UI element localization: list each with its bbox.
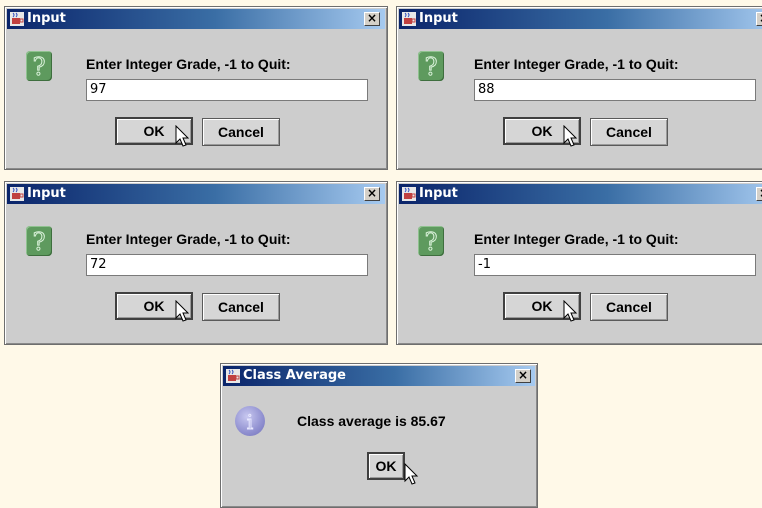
class-average-dialog: Class Average × i Class average is 85.67… bbox=[220, 363, 538, 508]
svg-text:?: ? bbox=[425, 228, 438, 256]
close-button[interactable]: × bbox=[364, 187, 380, 201]
input-dialog-1: Input × ? Enter Integer Grade, -1 to Qui… bbox=[4, 6, 388, 170]
window-title: Input bbox=[27, 186, 66, 201]
grade-input[interactable]: 88 bbox=[474, 79, 756, 101]
grade-input[interactable]: -1 bbox=[474, 254, 756, 276]
title-bar[interactable]: Input bbox=[399, 9, 762, 29]
information-icon: i bbox=[235, 406, 265, 436]
svg-text:i: i bbox=[247, 410, 253, 434]
java-coffee-cup-icon bbox=[226, 369, 240, 383]
input-dialog-2: Input × ? Enter Integer Grade, -1 to Qui… bbox=[396, 6, 762, 170]
input-dialog-4: Input × ? Enter Integer Grade, -1 to Qui… bbox=[396, 181, 762, 345]
cancel-button[interactable]: Cancel bbox=[590, 118, 668, 146]
svg-text:?: ? bbox=[33, 228, 46, 256]
java-coffee-cup-icon bbox=[10, 187, 24, 201]
average-message: Class average is 85.67 bbox=[297, 413, 446, 429]
window-title: Input bbox=[27, 11, 66, 26]
window-title: Input bbox=[419, 186, 458, 201]
cancel-button[interactable]: Cancel bbox=[202, 118, 280, 146]
question-icon: ? bbox=[26, 226, 52, 257]
ok-button[interactable]: OK bbox=[367, 452, 405, 480]
window-title: Input bbox=[419, 11, 458, 26]
title-bar[interactable]: Class Average bbox=[223, 366, 535, 386]
grade-input[interactable]: 72 bbox=[86, 254, 368, 276]
mouse-cursor-icon bbox=[563, 125, 578, 147]
mouse-cursor-icon bbox=[175, 125, 190, 147]
close-button[interactable]: × bbox=[756, 12, 762, 26]
title-bar[interactable]: Input bbox=[399, 184, 762, 204]
prompt-label: Enter Integer Grade, -1 to Quit: bbox=[86, 56, 291, 72]
mouse-cursor-icon bbox=[404, 463, 419, 485]
java-coffee-cup-icon bbox=[402, 187, 416, 201]
java-coffee-cup-icon bbox=[402, 12, 416, 26]
prompt-label: Enter Integer Grade, -1 to Quit: bbox=[474, 56, 679, 72]
grade-input[interactable]: 97 bbox=[86, 79, 368, 101]
svg-text:?: ? bbox=[425, 53, 438, 81]
svg-text:?: ? bbox=[33, 53, 46, 81]
question-icon: ? bbox=[418, 51, 444, 82]
mouse-cursor-icon bbox=[175, 300, 190, 322]
title-bar[interactable]: Input bbox=[7, 184, 385, 204]
question-icon: ? bbox=[26, 51, 52, 82]
prompt-label: Enter Integer Grade, -1 to Quit: bbox=[86, 231, 291, 247]
prompt-label: Enter Integer Grade, -1 to Quit: bbox=[474, 231, 679, 247]
question-icon: ? bbox=[418, 226, 444, 257]
cancel-button[interactable]: Cancel bbox=[202, 293, 280, 321]
close-button[interactable]: × bbox=[756, 187, 762, 201]
close-button[interactable]: × bbox=[364, 12, 380, 26]
title-bar[interactable]: Input bbox=[7, 9, 385, 29]
mouse-cursor-icon bbox=[563, 300, 578, 322]
window-title: Class Average bbox=[243, 368, 346, 383]
close-button[interactable]: × bbox=[515, 369, 531, 383]
java-coffee-cup-icon bbox=[10, 12, 24, 26]
cancel-button[interactable]: Cancel bbox=[590, 293, 668, 321]
input-dialog-3: Input × ? Enter Integer Grade, -1 to Qui… bbox=[4, 181, 388, 345]
